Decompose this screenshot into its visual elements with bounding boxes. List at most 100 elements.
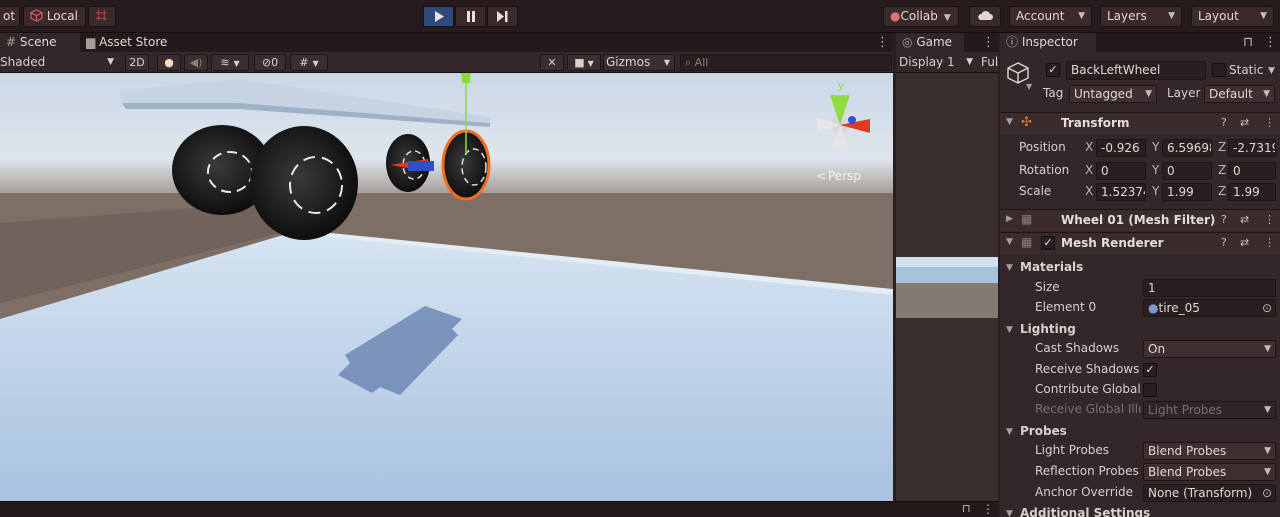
pivot-toggle[interactable]: ot: [0, 6, 20, 27]
tab-scene[interactable]: # Scene: [0, 33, 80, 52]
game-menu-icon[interactable]: ⋮: [982, 33, 995, 52]
tab-inspector[interactable]: ⓘ Inspector: [1000, 33, 1096, 52]
effects-dropdown[interactable]: ≋ ▼: [211, 54, 249, 71]
element0-object-field[interactable]: ●tire_05 ⊙: [1143, 299, 1276, 317]
mesh-renderer-enabled-checkbox[interactable]: ✓: [1041, 236, 1055, 250]
scene-visibility-toggle[interactable]: ⊘0: [254, 54, 286, 71]
tab-asset-store[interactable]: ▆ Asset Store: [80, 33, 180, 52]
receive-shadows-label: Receive Shadows: [1035, 362, 1140, 376]
cast-shadows-value: On: [1148, 342, 1166, 356]
layers-dropdown[interactable]: Layers ▼: [1100, 6, 1182, 27]
contribute-gi-checkbox[interactable]: [1143, 383, 1157, 397]
lighting-foldout[interactable]: ▼ Lighting: [1000, 320, 1280, 340]
account-dropdown[interactable]: Account ▼: [1009, 6, 1092, 27]
object-name-field[interactable]: BackLeftWheel: [1066, 61, 1206, 80]
cast-shadows-dropdown[interactable]: On ▼: [1143, 340, 1276, 358]
light-probes-dropdown[interactable]: Blend Probes ▼: [1143, 442, 1276, 460]
transform-header[interactable]: ▼ ✣ Transform ? ⇄ ⋮: [1000, 112, 1280, 134]
bulb-icon: ●: [164, 56, 174, 69]
materials-size-field[interactable]: 1: [1143, 279, 1276, 297]
chevron-down-icon: ▼: [1145, 89, 1152, 99]
layer-label: Layer: [1167, 86, 1201, 100]
axis-y-label[interactable]: Y: [1152, 163, 1159, 177]
tab-game[interactable]: ◎ Game: [896, 33, 964, 52]
lock-icon[interactable]: ⊓: [1243, 33, 1253, 52]
chevron-down-icon[interactable]: ▼: [1268, 66, 1275, 76]
anchor-override-field[interactable]: None (Transform) ⊙: [1143, 484, 1276, 502]
static-checkbox[interactable]: [1212, 63, 1226, 77]
component-menu-icon[interactable]: ⋮: [1264, 116, 1275, 129]
axis-x-label[interactable]: X: [1085, 184, 1093, 198]
lighting-toggle[interactable]: ●: [157, 54, 181, 71]
aspect-dropdown[interactable]: Ful: [981, 54, 1001, 71]
camera-dropdown[interactable]: ■ ▼: [567, 54, 601, 71]
tag-dropdown[interactable]: Untagged ▼: [1069, 85, 1157, 103]
audio-toggle[interactable]: ◀): [184, 54, 208, 71]
presets-icon[interactable]: ⇄: [1240, 213, 1249, 226]
mesh-renderer-header[interactable]: ▼ ▦ ✓ Mesh Renderer ? ⇄ ⋮: [1000, 232, 1280, 254]
persp-label[interactable]: Persp: [828, 169, 861, 183]
position-y-field[interactable]: 6.59698: [1162, 139, 1212, 157]
presets-icon[interactable]: ⇄: [1240, 116, 1249, 129]
collab-dropdown[interactable]: ●Collab ▼: [883, 6, 959, 27]
active-checkbox[interactable]: ✓: [1046, 63, 1060, 77]
inspector-menu-icon[interactable]: ⋮: [1264, 33, 1277, 52]
probes-foldout[interactable]: ▼ Probes: [1000, 422, 1280, 442]
pause-button[interactable]: [455, 6, 486, 27]
axis-y-label[interactable]: Y: [1152, 184, 1159, 198]
bottom-panel-menu-icon[interactable]: ⋮: [982, 502, 994, 516]
gizmos-dropdown[interactable]: Gizmos ▼: [603, 54, 675, 71]
reflection-probes-dropdown[interactable]: Blend Probes ▼: [1143, 463, 1276, 481]
local-toggle[interactable]: Local: [23, 6, 86, 27]
snap-toggle[interactable]: [88, 6, 116, 27]
materials-foldout[interactable]: ▼ Materials: [1000, 258, 1280, 278]
scale-y-field[interactable]: 1.99: [1162, 183, 1212, 201]
position-z-field[interactable]: -2.7319: [1228, 139, 1276, 157]
rotation-y-field[interactable]: 0: [1162, 162, 1212, 180]
play-button[interactable]: [423, 6, 454, 27]
additional-settings-foldout[interactable]: ▼ Additional Settings: [1000, 504, 1280, 517]
scene-viewport[interactable]: y z Persp <: [0, 73, 893, 501]
position-x-field[interactable]: -0.926: [1096, 139, 1146, 157]
position-label[interactable]: Position: [1019, 140, 1066, 154]
rotation-z-field[interactable]: 0: [1228, 162, 1276, 180]
receive-shadows-checkbox[interactable]: ✓: [1143, 363, 1157, 377]
layout-dropdown[interactable]: Layout ▼: [1191, 6, 1274, 27]
help-icon[interactable]: ?: [1221, 116, 1227, 129]
presets-icon[interactable]: ⇄: [1240, 236, 1249, 249]
rotation-x-field[interactable]: 0: [1096, 162, 1146, 180]
cloud-button[interactable]: [969, 6, 1001, 27]
lock-icon[interactable]: ⊓: [962, 502, 971, 515]
object-picker-icon[interactable]: ⊙: [1262, 485, 1272, 501]
scene-search-input[interactable]: ⌕ All: [680, 54, 892, 71]
layer-dropdown[interactable]: Default ▼: [1204, 85, 1275, 103]
anchor-override-row: Anchor Override None (Transform) ⊙: [1000, 483, 1280, 503]
shading-mode-dropdown[interactable]: Shaded ▼: [0, 54, 118, 71]
rotation-label[interactable]: Rotation: [1019, 163, 1069, 177]
materials-size-row: Size 1: [1000, 278, 1280, 298]
grid-snap-icon: [95, 9, 108, 22]
game-viewport[interactable]: [896, 73, 998, 501]
scene-menu-icon[interactable]: ⋮: [876, 33, 889, 52]
object-picker-icon[interactable]: ⊙: [1262, 300, 1272, 316]
axis-z-label[interactable]: Z: [1218, 184, 1226, 198]
component-menu-icon[interactable]: ⋮: [1264, 213, 1275, 226]
axis-z-label[interactable]: Z: [1218, 140, 1226, 154]
axis-x-label[interactable]: X: [1085, 140, 1093, 154]
axis-z-label[interactable]: Z: [1218, 163, 1226, 177]
mesh-filter-header[interactable]: ▶ ▦ Wheel 01 (Mesh Filter) ? ⇄ ⋮: [1000, 209, 1280, 231]
scale-z-field[interactable]: 1.99: [1228, 183, 1276, 201]
help-icon[interactable]: ?: [1221, 213, 1227, 226]
scale-x-field[interactable]: 1.52374: [1096, 183, 1146, 201]
grid-dropdown[interactable]: # ▼: [290, 54, 328, 71]
display-dropdown[interactable]: Display 1 ▼: [899, 54, 975, 71]
tools-button[interactable]: ✕: [540, 54, 564, 71]
mesh-filter-title: Wheel 01 (Mesh Filter): [1061, 213, 1216, 227]
scale-label[interactable]: Scale: [1019, 184, 1051, 198]
axis-x-label[interactable]: X: [1085, 163, 1093, 177]
component-menu-icon[interactable]: ⋮: [1264, 236, 1275, 249]
axis-y-label[interactable]: Y: [1152, 140, 1159, 154]
toggle-2d-button[interactable]: 2D: [125, 54, 149, 71]
step-button[interactable]: [487, 6, 518, 27]
help-icon[interactable]: ?: [1221, 236, 1227, 249]
